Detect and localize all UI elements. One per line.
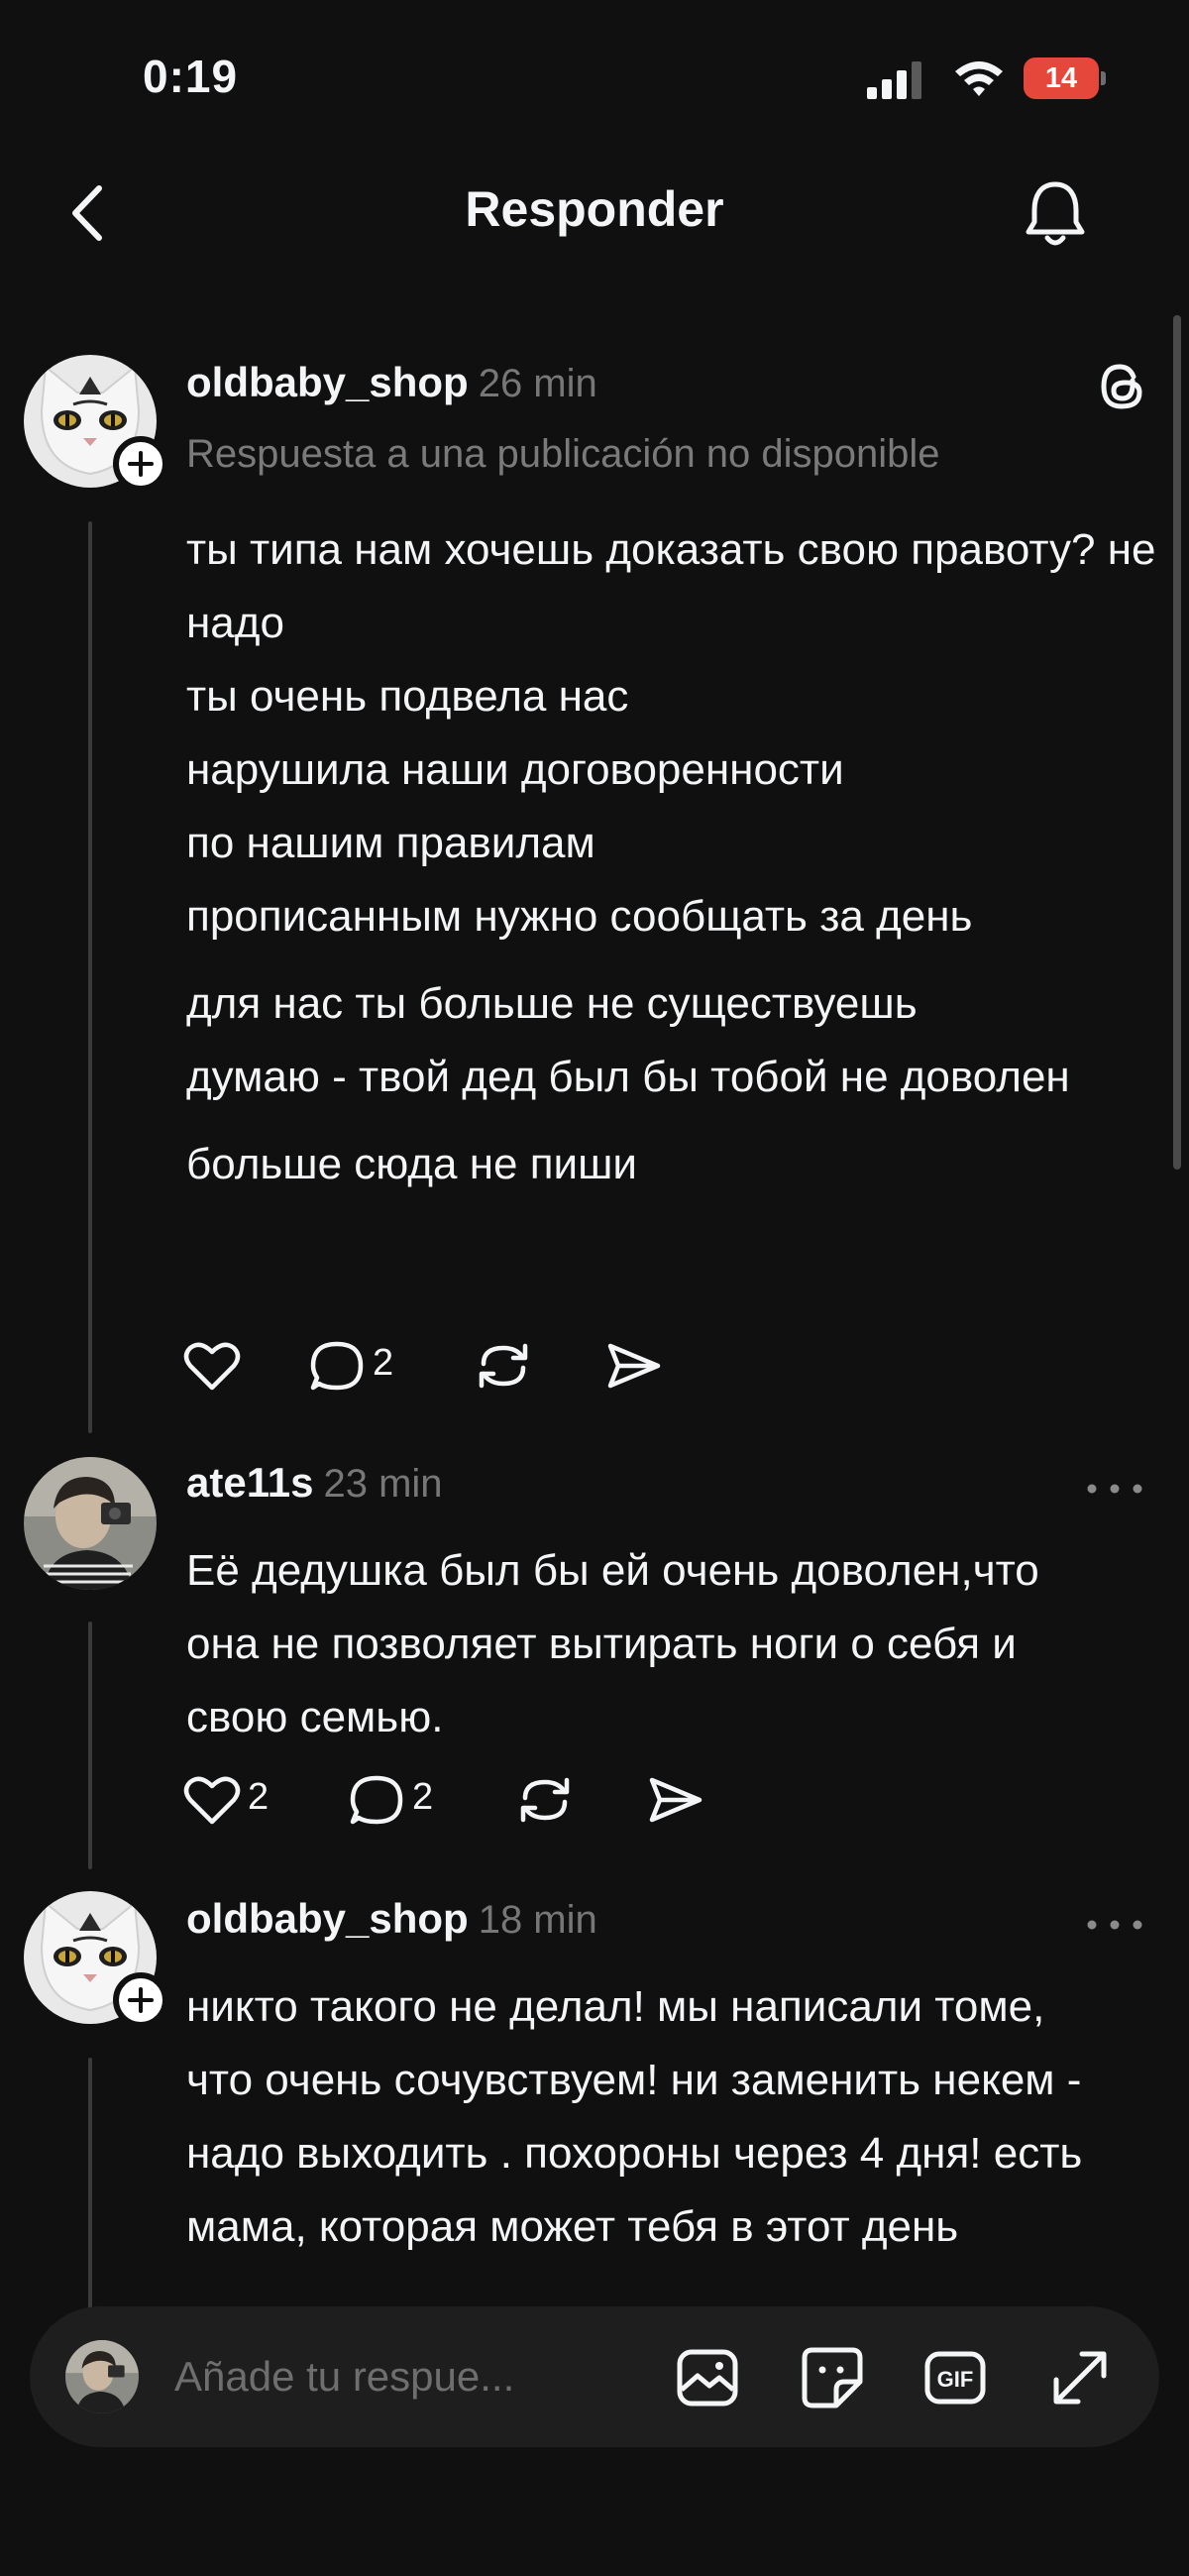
reply-composer: GIF <box>30 2306 1159 2447</box>
like-button[interactable] <box>178 1328 248 1398</box>
share-icon <box>607 1343 661 1389</box>
more-options-icon[interactable] <box>1080 1469 1149 1509</box>
heart-icon <box>183 1776 241 1825</box>
svg-text:GIF: GIF <box>937 2367 974 2392</box>
heart-icon <box>183 1342 241 1391</box>
follow-button[interactable] <box>113 436 168 492</box>
post-header: oldbaby_shop 26 min <box>186 359 597 406</box>
post-body: ты типа нам хочешь доказать свою правоту… <box>186 513 1167 1201</box>
post-time: 18 min <box>478 1898 597 1942</box>
plus-icon <box>128 1987 154 2013</box>
repost-button[interactable] <box>474 1328 543 1398</box>
repost-icon <box>479 1343 528 1389</box>
expand-icon[interactable] <box>1046 2344 1114 2411</box>
post-time: 26 min <box>478 362 597 405</box>
post-header: oldbaby_shop 18 min <box>186 1895 597 1943</box>
threads-logo-icon <box>1101 364 1142 409</box>
post-actions: 2 <box>178 1328 773 1398</box>
scrollbar[interactable] <box>1173 315 1181 1170</box>
avatar <box>65 2340 139 2413</box>
like-count: 2 <box>248 1776 270 1818</box>
wifi-icon <box>955 61 1003 96</box>
plus-icon <box>128 451 154 477</box>
bell-icon[interactable] <box>1021 176 1090 252</box>
reply-input[interactable] <box>174 2346 630 2408</box>
reply-button[interactable]: 2 <box>309 1328 418 1398</box>
post-actions: 2 2 <box>178 1762 773 1832</box>
repost-icon <box>520 1777 570 1823</box>
post-paragraph: ты типа нам хочешь доказать свою правоту… <box>186 525 1156 941</box>
post-time: 23 min <box>323 1462 443 1506</box>
share-button[interactable] <box>646 1762 715 1832</box>
post-paragraph: Её дедушка был бы ей очень доволен,что о… <box>186 1546 1039 1741</box>
repost-button[interactable] <box>515 1762 585 1832</box>
reply-count: 2 <box>373 1342 394 1384</box>
reply-note: Respuesta a una publicación no disponibl… <box>186 432 940 476</box>
sticker-icon[interactable] <box>799 2344 866 2411</box>
cellular-signal-icon <box>867 61 921 99</box>
like-button[interactable]: 2 <box>178 1762 277 1832</box>
username[interactable]: oldbaby_shop <box>186 359 469 405</box>
thread-line <box>88 2058 92 2315</box>
reply-count: 2 <box>412 1776 434 1818</box>
thread-line <box>88 521 92 1433</box>
share-button[interactable] <box>604 1328 674 1398</box>
user-photo-avatar <box>24 1457 157 1590</box>
post-body: Её дедушка был бы ей очень доволен,что о… <box>186 1534 1078 1754</box>
header: Responder <box>0 159 1189 268</box>
post-header: ate11s 23 min <box>186 1459 443 1507</box>
comment-icon <box>310 1341 364 1391</box>
battery-indicator: 14 <box>1024 57 1107 99</box>
thread-line <box>88 1622 92 1869</box>
follow-button[interactable] <box>113 1972 168 2028</box>
username[interactable]: ate11s <box>186 1459 313 1506</box>
share-icon <box>649 1777 703 1823</box>
gif-icon[interactable]: GIF <box>921 2344 989 2411</box>
more-options-icon[interactable] <box>1080 1905 1149 1945</box>
status-time: 0:19 <box>143 51 239 102</box>
avatar[interactable] <box>24 1457 157 1590</box>
battery-level: 14 <box>1044 62 1078 94</box>
username[interactable]: oldbaby_shop <box>186 1895 469 1942</box>
user-photo-avatar <box>65 2340 139 2413</box>
post-body: никто такого не делал! мы написали томе,… <box>186 1970 1108 2264</box>
reply-button[interactable]: 2 <box>349 1762 458 1832</box>
page-title: Responder <box>465 181 724 237</box>
post-paragraph: для нас ты больше не существуешь думаю -… <box>186 979 1070 1101</box>
status-bar: 0:19 14 <box>0 0 1189 159</box>
gallery-icon[interactable] <box>674 2344 741 2411</box>
post-paragraph: никто такого не делал! мы написали томе,… <box>186 1982 1083 2251</box>
post-paragraph: больше сюда не пиши <box>186 1140 637 1188</box>
back-icon[interactable] <box>59 178 119 248</box>
comment-icon <box>350 1775 403 1825</box>
